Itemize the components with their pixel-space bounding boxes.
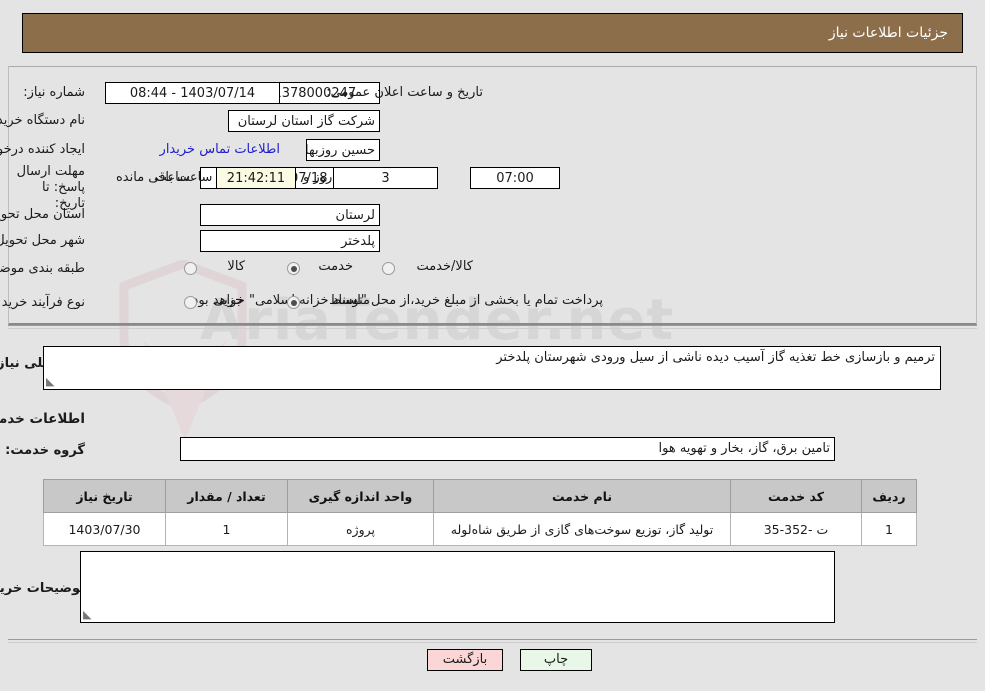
section-divider-1 xyxy=(8,325,977,326)
buyer-notes-textarea[interactable]: ◢ xyxy=(80,551,835,623)
th-row: ردیف xyxy=(861,479,917,513)
print-button[interactable]: چاپ xyxy=(520,649,592,671)
remaining-suffix-label: ساعت باقی مانده xyxy=(116,170,213,185)
resize-grip-icon[interactable]: ◢ xyxy=(46,375,54,388)
radio-label-khedmat: خدمت xyxy=(318,259,353,274)
buyer-contact-link[interactable]: اطلاعات تماس خریدار xyxy=(125,142,280,157)
requester-value: حسین روزبهانی رئیس امور پیمانها شرکت گاز… xyxy=(306,139,380,161)
purchase-type-label: نوع فرآیند خرید : xyxy=(0,295,85,310)
radio-label-kala-khedmat: کالا/خدمت xyxy=(416,259,473,274)
cell-unit: پروژه xyxy=(287,512,434,546)
radio-label-kala: کالا xyxy=(227,259,245,274)
city-value: پلدختر xyxy=(200,230,380,252)
days-remaining-value: 3 xyxy=(333,167,438,189)
public-announce-value: 1403/07/14 - 08:44 xyxy=(105,82,280,104)
services-table: ردیف کد خدمت نام خدمت واحد اندازه گیری ت… xyxy=(43,479,917,546)
category-label: طبقه بندی موضوعی: xyxy=(0,261,85,276)
radio-purchase-jozyi[interactable] xyxy=(184,296,197,309)
table-header-row: ردیف کد خدمت نام خدمت واحد اندازه گیری ت… xyxy=(43,479,917,513)
cell-qty: 1 xyxy=(165,512,288,546)
days-label: روز و xyxy=(303,170,333,185)
description-text: ترمیم و بازسازی خط تغذیه گاز آسیب دیده ن… xyxy=(496,350,935,365)
th-code: کد خدمت xyxy=(730,479,862,513)
need-number-label: شماره نیاز: xyxy=(23,85,85,100)
description-textarea[interactable]: ترمیم و بازسازی خط تغذیه گاز آسیب دیده ن… xyxy=(43,346,941,390)
radio-category-kala-khedmat[interactable] xyxy=(382,262,395,275)
resize-grip-icon-2[interactable]: ◢ xyxy=(83,608,91,621)
radio-category-kala[interactable] xyxy=(184,262,197,275)
service-group-value: تامین برق، گاز، بخار و تهویه هوا xyxy=(180,437,835,461)
province-value: لرستان xyxy=(200,204,380,226)
need-info-panel xyxy=(8,66,977,325)
services-section-title: اطلاعات خدمات مورد نیاز xyxy=(0,411,85,427)
radio-purchase-motavaset[interactable] xyxy=(287,296,300,309)
back-button[interactable]: بازگشت xyxy=(427,649,503,671)
cell-row: 1 xyxy=(861,512,917,546)
requester-label: ایجاد کننده درخواست: xyxy=(0,142,85,157)
cell-code: ت -352-35 xyxy=(730,512,862,546)
payment-note: پرداخت تمام یا بخشی از مبلغ خرید،از محل … xyxy=(188,293,603,308)
section-divider-2 xyxy=(8,639,977,640)
th-name: نام خدمت xyxy=(433,479,731,513)
buyer-org-value: شرکت گاز استان لرستان xyxy=(228,110,380,132)
section-divider-2b xyxy=(8,642,977,643)
radio-category-khedmat[interactable] xyxy=(287,262,300,275)
th-date: تاریخ نیاز xyxy=(43,479,166,513)
public-announce-label: تاریخ و ساعت اعلان عمومی: xyxy=(326,85,483,100)
buyer-notes-label: توضیحات خریدار: xyxy=(0,581,85,596)
service-group-label: گروه خدمت: xyxy=(5,443,85,458)
radio-label-motavaset: متوسط xyxy=(329,293,370,308)
countdown-timer: 21:42:11 xyxy=(216,167,296,189)
page-header-bar: جزئیات اطلاعات نیاز xyxy=(22,13,963,53)
page-title: جزئیات اطلاعات نیاز xyxy=(828,25,948,41)
th-unit: واحد اندازه گیری xyxy=(287,479,434,513)
section-divider-1b xyxy=(8,328,977,329)
radio-label-jozyi: جزیی xyxy=(213,293,243,308)
province-label: استان محل تحویل: xyxy=(0,207,85,222)
th-qty: تعداد / مقدار xyxy=(165,479,288,513)
deadline-label: مهلت ارسال پاسخ: تا تاریخ: xyxy=(16,164,85,211)
deadline-time-value: 07:00 xyxy=(470,167,560,189)
city-label: شهر محل تحویل: xyxy=(0,233,85,248)
cell-date: 1403/07/30 xyxy=(43,512,166,546)
buyer-org-label: نام دستگاه خریدار: xyxy=(0,113,85,128)
cell-name: تولید گاز، توزیع سوخت‌های گازی از طریق ش… xyxy=(433,512,731,546)
table-row: 1 ت -352-35 تولید گاز، توزیع سوخت‌های گا… xyxy=(43,512,917,546)
panel-left-edge xyxy=(8,67,9,324)
panel-right-edge xyxy=(976,67,977,324)
